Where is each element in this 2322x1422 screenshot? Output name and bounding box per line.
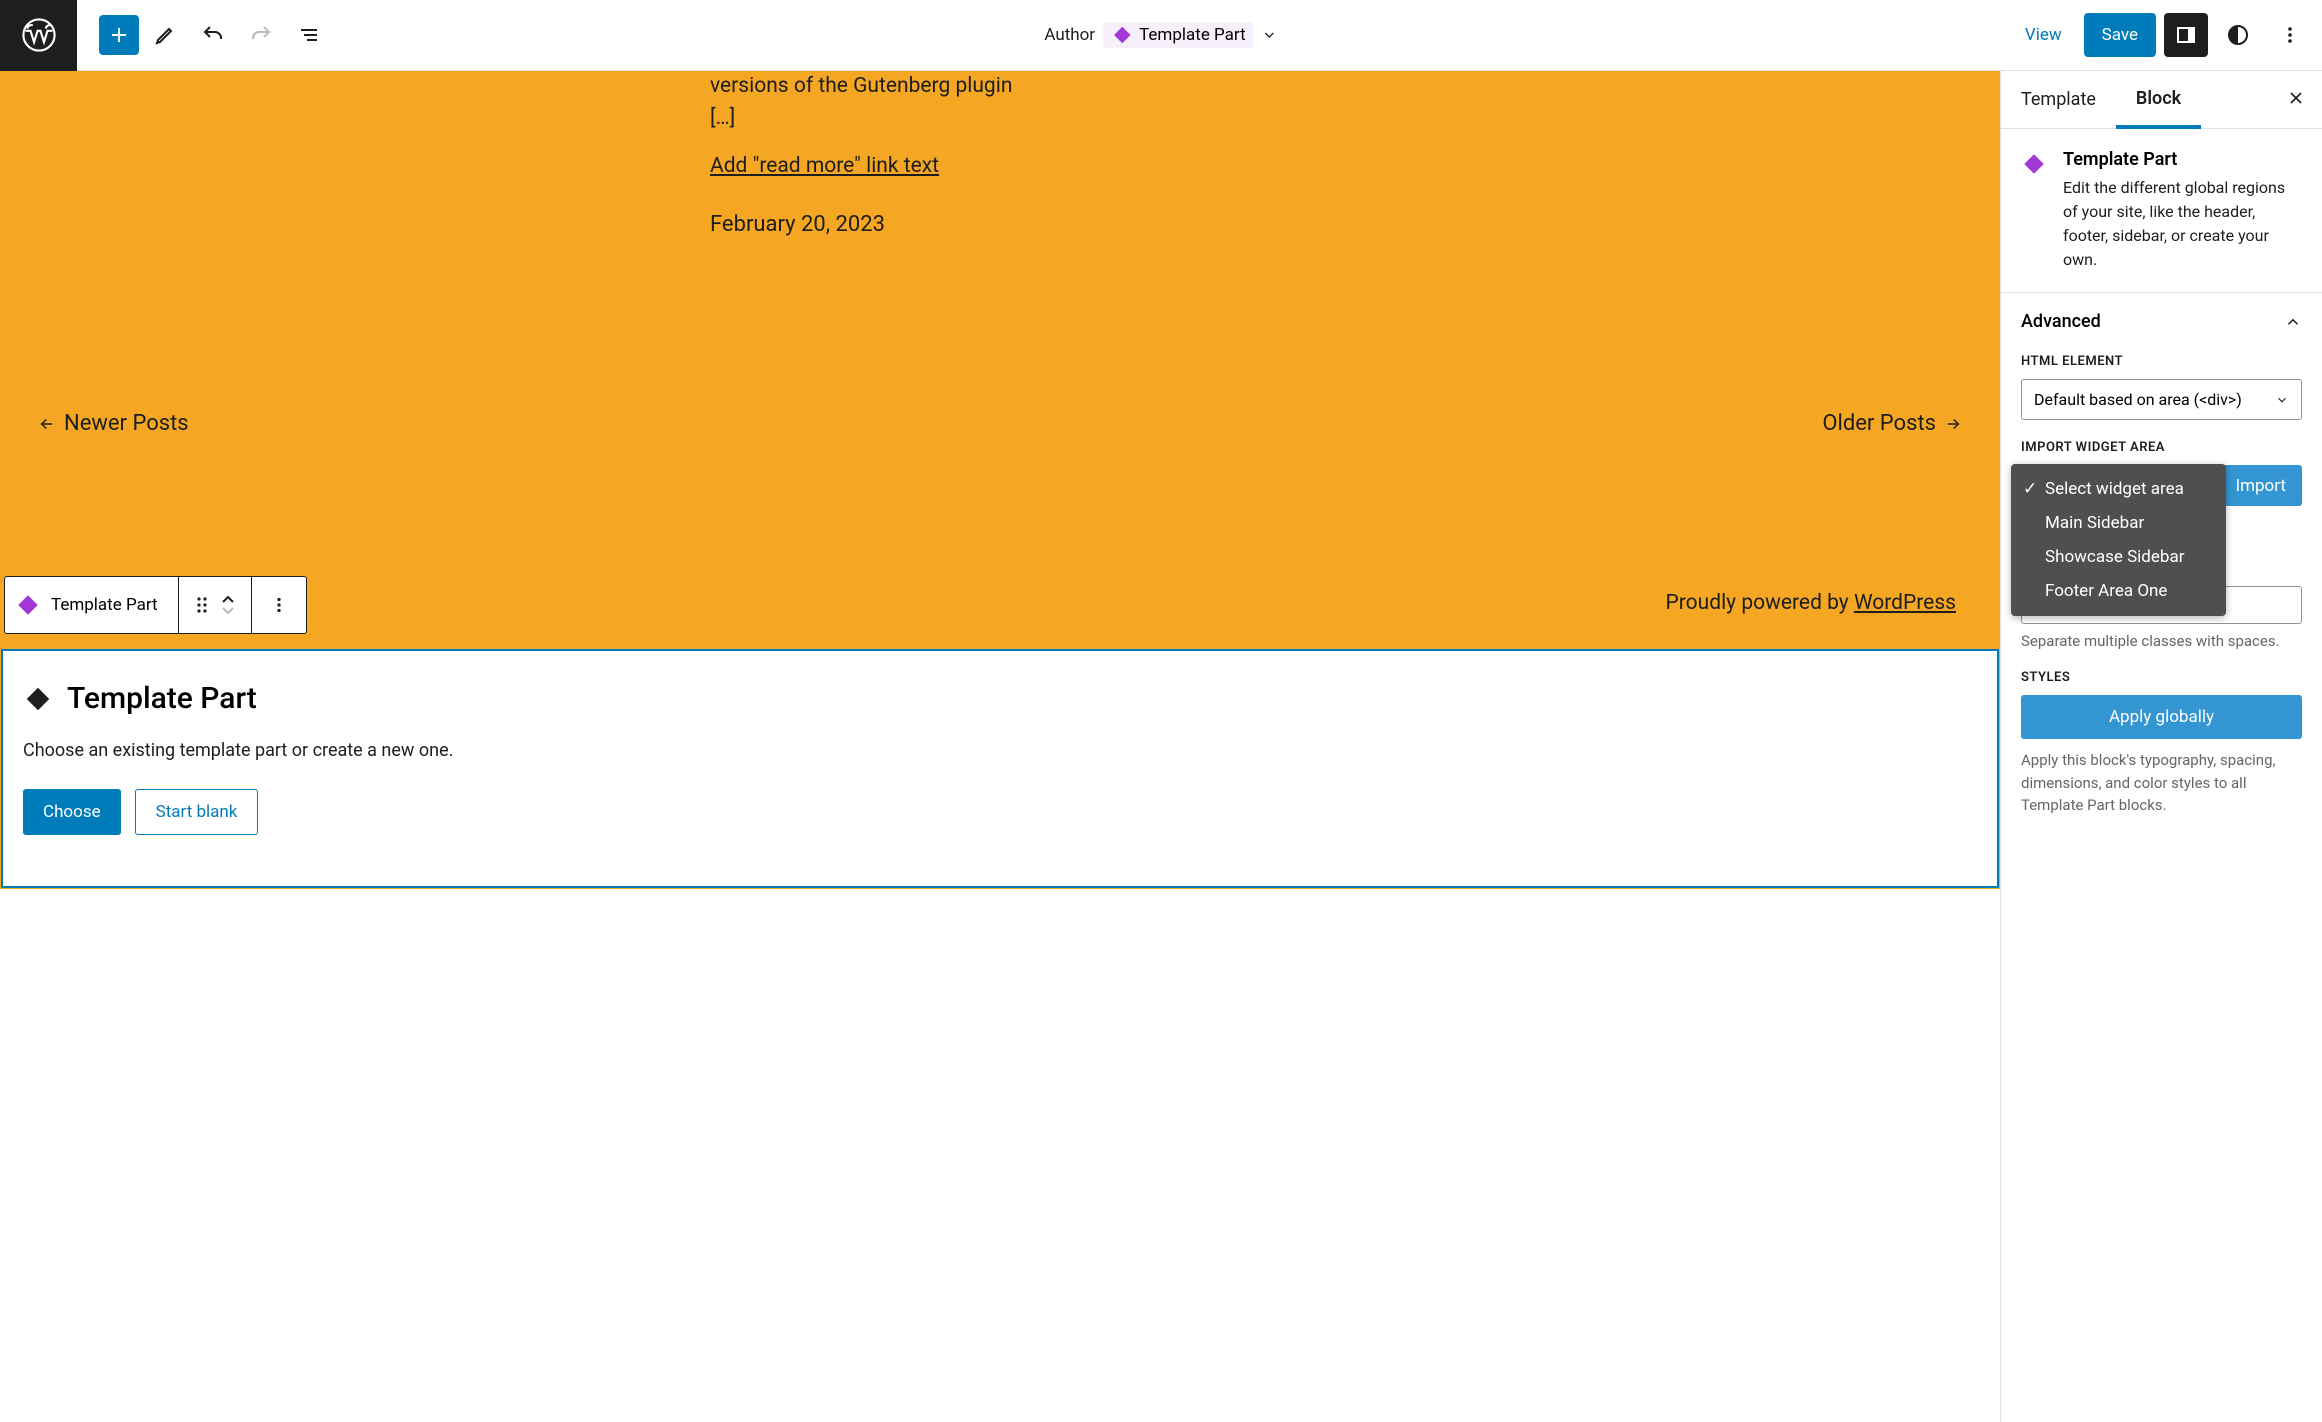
excerpt-text: versions of the Gutenberg plugin […] <box>710 71 1030 134</box>
dropdown-item-footer-area-one[interactable]: Footer Area One <box>2011 574 2226 608</box>
dropdown-item-main-sidebar[interactable]: Main Sidebar <box>2011 506 2226 540</box>
document-type-label: Author <box>1044 25 1095 45</box>
import-widget-area-label: IMPORT WIDGET AREA <box>2021 440 2302 455</box>
block-card: Template Part Edit the different global … <box>2001 129 2322 293</box>
html-element-select[interactable]: Default based on area (<div>) <box>2021 379 2302 420</box>
apply-globally-description: Apply this block's typography, spacing, … <box>2021 749 2302 817</box>
import-button[interactable]: Import <box>2219 465 2302 506</box>
options-menu-button[interactable] <box>2268 13 2312 57</box>
settings-sidebar-toggle[interactable] <box>2164 13 2208 57</box>
block-card-title: Template Part <box>2063 149 2302 170</box>
chevron-down-icon <box>2275 393 2289 407</box>
plus-icon <box>107 23 131 47</box>
template-part-icon <box>1111 24 1133 46</box>
post-excerpt: versions of the Gutenberg plugin […] Add… <box>710 71 1030 237</box>
site-footer-text: Proudly powered by WordPress <box>0 591 1962 615</box>
more-vertical-icon <box>2278 23 2302 47</box>
redo-button[interactable] <box>239 13 283 57</box>
html-element-label: HTML ELEMENT <box>2021 354 2302 369</box>
chevron-down-icon <box>1262 27 1278 43</box>
document-title-area[interactable]: Author Template Part <box>1044 22 1277 48</box>
advanced-panel-toggle[interactable]: Advanced <box>2021 311 2302 332</box>
block-card-description: Edit the different global regions of you… <box>2063 176 2302 272</box>
editor-canvas[interactable]: versions of the Gutenberg plugin […] Add… <box>0 71 2000 1422</box>
chevron-up-icon <box>2284 313 2302 331</box>
arrow-right-icon <box>1944 415 1962 433</box>
undo-icon <box>201 23 225 47</box>
save-button[interactable]: Save <box>2084 13 2156 57</box>
wordpress-icon <box>22 18 56 52</box>
apply-globally-button[interactable]: Apply globally <box>2021 695 2302 739</box>
wordpress-link[interactable]: WordPress <box>1854 591 1956 615</box>
arrow-left-icon <box>38 415 56 433</box>
css-classes-help: Separate multiple classes with spaces. <box>2021 632 2302 650</box>
choose-button[interactable]: Choose <box>23 789 121 835</box>
styles-toggle[interactable] <box>2216 13 2260 57</box>
dropdown-item-select-widget-area[interactable]: Select widget area <box>2011 472 2226 506</box>
tab-block[interactable]: Block <box>2116 72 2201 129</box>
styles-icon <box>2226 23 2250 47</box>
pencil-icon <box>153 23 177 47</box>
newer-posts-link[interactable]: Newer Posts <box>38 411 189 436</box>
placeholder-description: Choose an existing template part or crea… <box>23 740 1977 761</box>
wordpress-logo-button[interactable] <box>0 0 77 71</box>
read-more-link[interactable]: Add "read more" link text <box>710 154 1030 178</box>
close-icon <box>2286 88 2306 108</box>
editor-top-toolbar: Author Template Part View Save <box>0 0 2322 71</box>
widget-area-dropdown: Select widget area Main Sidebar Showcase… <box>2011 464 2226 616</box>
tools-button[interactable] <box>143 13 187 57</box>
post-date: February 20, 2023 <box>710 212 1030 237</box>
template-part-chip-label: Template Part <box>1139 25 1246 45</box>
start-blank-button[interactable]: Start blank <box>135 789 259 835</box>
template-part-icon <box>23 684 53 714</box>
view-link[interactable]: View <box>2011 15 2076 55</box>
styles-label: STYLES <box>2021 670 2302 685</box>
placeholder-title-text: Template Part <box>67 681 257 716</box>
close-sidebar-button[interactable] <box>2270 88 2322 112</box>
undo-button[interactable] <box>191 13 235 57</box>
list-view-button[interactable] <box>287 13 331 57</box>
template-part-chip: Template Part <box>1103 22 1254 48</box>
dropdown-item-showcase-sidebar[interactable]: Showcase Sidebar <box>2011 540 2226 574</box>
template-part-placeholder: Template Part Choose an existing templat… <box>1 649 1999 888</box>
sidebar-icon <box>2174 23 2198 47</box>
settings-sidebar: Template Block Template Part Edit the di… <box>2000 71 2322 1422</box>
add-block-button[interactable] <box>99 15 139 55</box>
redo-icon <box>249 23 273 47</box>
older-posts-link[interactable]: Older Posts <box>1822 411 1962 436</box>
template-part-icon <box>2021 151 2047 177</box>
list-view-icon <box>297 23 321 47</box>
tab-template[interactable]: Template <box>2001 71 2116 128</box>
